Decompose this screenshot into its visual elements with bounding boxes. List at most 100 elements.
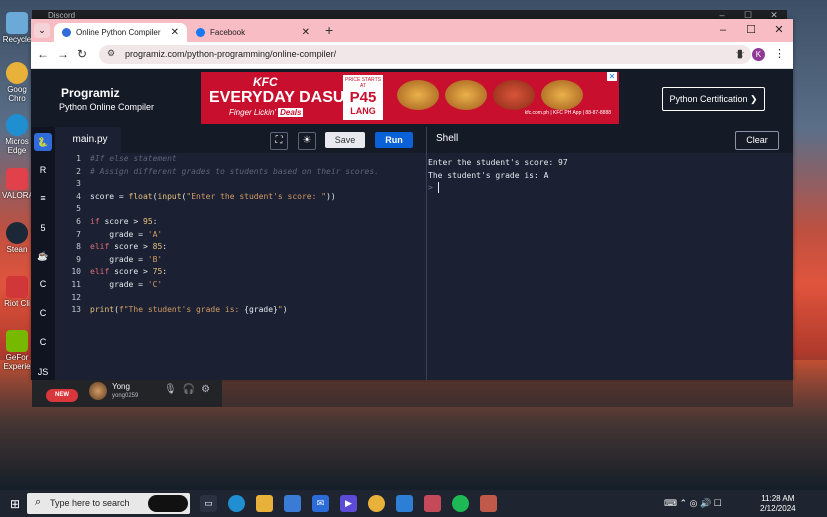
taskbar-clock[interactable]: 11:28 AM 2/12/2024 xyxy=(760,494,796,514)
file-tab-main[interactable]: main.py xyxy=(59,127,121,153)
desktop-icon-edge[interactable]: Micros Edge xyxy=(2,114,32,155)
task-view-icon[interactable]: ▭ xyxy=(200,495,217,512)
ad-fine-print: kfc.com.ph | KFC PH App | 88-87-8888 xyxy=(524,110,611,116)
site-info-icon[interactable]: ⚙ xyxy=(107,48,115,59)
shell-input-line[interactable]: > xyxy=(428,182,788,195)
code-line[interactable]: 13 print(f"The student's grade is: {grade… xyxy=(59,304,425,317)
new-badge[interactable]: NEW xyxy=(46,389,78,402)
r-language-icon[interactable]: R xyxy=(34,161,52,179)
copilot-icon[interactable] xyxy=(148,495,188,512)
mail-icon[interactable]: ✉ xyxy=(312,495,329,512)
programiz-logo[interactable]: Programiz xyxy=(61,86,120,100)
taskbar-search[interactable]: ⌕ Type here to search xyxy=(27,493,190,514)
code-line[interactable]: 2 # Assign different grades to students b… xyxy=(59,166,425,179)
code-line[interactable]: 9 grade = 'B' xyxy=(59,254,425,267)
microphone-icon[interactable]: 🎙 xyxy=(164,384,177,395)
menu-kebab-icon[interactable]: ⋮ xyxy=(774,48,785,60)
shell-line: The student's grade is: A xyxy=(428,170,549,180)
theme-toggle-icon[interactable]: ☀ xyxy=(298,132,316,150)
code-line[interactable]: 6 if score > 95: xyxy=(59,216,425,229)
line-number: 8 xyxy=(76,242,81,252)
programiz-page: Programiz Python Online Compiler KFC EVE… xyxy=(31,69,793,380)
kfc-ad-banner[interactable]: KFC EVERYDAY DASURV Finger Lickin' Deals… xyxy=(201,72,619,124)
code-line[interactable]: 5 xyxy=(59,203,425,216)
chrome-profile-taskbar-icon[interactable] xyxy=(424,495,441,512)
code-token: 95 xyxy=(143,216,153,226)
code-line[interactable]: 10 elif score > 75: xyxy=(59,266,425,279)
tab-close-icon[interactable]: ✕ xyxy=(302,23,310,42)
code-token: elif xyxy=(90,267,110,277)
code-token: ) xyxy=(282,305,288,315)
notification-icon[interactable]: ☐ xyxy=(714,498,722,508)
save-button[interactable]: Save xyxy=(325,132,365,148)
fullscreen-icon[interactable]: ⛶ xyxy=(270,132,288,150)
code-token: 85 xyxy=(152,242,163,252)
user-avatar[interactable] xyxy=(89,382,107,400)
python-certification-button[interactable]: Python Certification ❯ xyxy=(662,87,765,111)
ad-pricebox: PRICE STARTS AT P45 LANG xyxy=(343,75,383,120)
c-language-icon[interactable]: C xyxy=(34,275,52,293)
close-icon[interactable]: ✕ xyxy=(765,19,793,41)
settings-gear-icon[interactable]: ⚙ xyxy=(201,384,210,395)
new-tab-button[interactable]: + xyxy=(325,22,333,38)
desktop-icon-geforce[interactable]: GeFor Experie xyxy=(2,330,32,371)
tab-close-icon[interactable]: ✕ xyxy=(171,23,179,42)
back-arrow-icon[interactable]: ← xyxy=(37,47,49,61)
side-panel-icon[interactable]: ▮ xyxy=(737,48,743,60)
desktop-icon-recycle[interactable]: Recycle xyxy=(2,12,32,44)
profile-avatar[interactable]: K xyxy=(751,48,765,61)
code-editor[interactable]: 1 #If else statement 2 # Assign different g… xyxy=(59,153,425,380)
edge-icon xyxy=(6,114,28,136)
headphones-icon[interactable]: 🎧 xyxy=(183,384,195,395)
code-line[interactable]: 12 xyxy=(59,292,425,305)
ad-close-icon[interactable]: ✕ xyxy=(607,72,617,81)
edge-taskbar-icon[interactable] xyxy=(228,495,245,512)
minimize-icon[interactable]: – xyxy=(709,19,737,41)
media-player-icon[interactable]: ▶ xyxy=(340,495,357,512)
network-icon[interactable]: ◎ xyxy=(690,498,698,508)
desktop-icon-valorant[interactable]: VALORA xyxy=(2,168,34,200)
reload-icon[interactable]: ↻ xyxy=(77,47,87,61)
sql-database-icon[interactable]: ≡ xyxy=(34,189,52,207)
javascript-icon[interactable]: JS xyxy=(34,363,52,381)
forward-arrow-icon[interactable]: → xyxy=(57,47,69,61)
cpp-language-icon[interactable]: C xyxy=(34,304,52,322)
line-number: 12 xyxy=(71,292,81,302)
shell-output[interactable]: Enter the student's score: 97 The studen… xyxy=(428,157,788,195)
ad-price-caption: PRICE STARTS AT xyxy=(345,77,381,89)
tray-up-arrow-icon[interactable]: ⌃ xyxy=(680,498,688,508)
html-icon[interactable]: 5 xyxy=(34,219,52,237)
csharp-language-icon[interactable]: C xyxy=(34,333,52,351)
code-line[interactable]: 4 score = float(input("Enter the student'… xyxy=(59,191,425,204)
desktop-icon-chrome[interactable]: Goog Chro xyxy=(2,62,32,103)
tab-python-compiler[interactable]: Online Python Compiler (Interp ✕ xyxy=(54,23,187,42)
code-line[interactable]: 1 #If else statement xyxy=(59,153,425,166)
desktop-icon-steam[interactable]: Stean xyxy=(2,222,32,254)
clock-date: 2/12/2024 xyxy=(760,504,796,513)
code-line[interactable]: 11 grade = 'C' xyxy=(59,279,425,292)
spotify-icon[interactable] xyxy=(452,495,469,512)
run-button[interactable]: Run xyxy=(375,132,413,148)
file-explorer-icon[interactable] xyxy=(256,495,273,512)
vscode-icon[interactable] xyxy=(396,495,413,512)
code-line[interactable]: 7 grade = 'A' xyxy=(59,229,425,242)
desktop-icon-riot[interactable]: Riot Cli xyxy=(2,276,32,308)
code-line[interactable]: 8 elif score > 85: xyxy=(59,241,425,254)
tab-facebook[interactable]: Facebook ✕ xyxy=(188,23,318,42)
volume-icon[interactable]: 🔊 xyxy=(700,498,711,508)
clear-button[interactable]: Clear xyxy=(735,131,779,150)
tab-search-icon[interactable]: ⌄ xyxy=(34,23,50,38)
address-bar[interactable]: ⚙ programiz.com/python-programming/onlin… xyxy=(99,45,751,64)
code-line[interactable]: 3 xyxy=(59,178,425,191)
steam-icon xyxy=(6,222,28,244)
keyboard-icon[interactable]: ⌨ xyxy=(664,498,677,508)
pane-divider[interactable] xyxy=(426,127,427,380)
chrome-taskbar-icon[interactable] xyxy=(368,495,385,512)
windows-start-icon[interactable]: ⊞ xyxy=(10,497,20,511)
python-language-icon[interactable]: 🐍 xyxy=(34,133,52,151)
java-icon[interactable]: ☕ xyxy=(34,247,52,265)
microsoft-store-icon[interactable] xyxy=(284,495,301,512)
discord-taskbar-icon[interactable] xyxy=(480,495,497,512)
maximize-icon[interactable]: ☐ xyxy=(737,19,765,41)
line-content: grade = 'B' xyxy=(90,254,162,267)
